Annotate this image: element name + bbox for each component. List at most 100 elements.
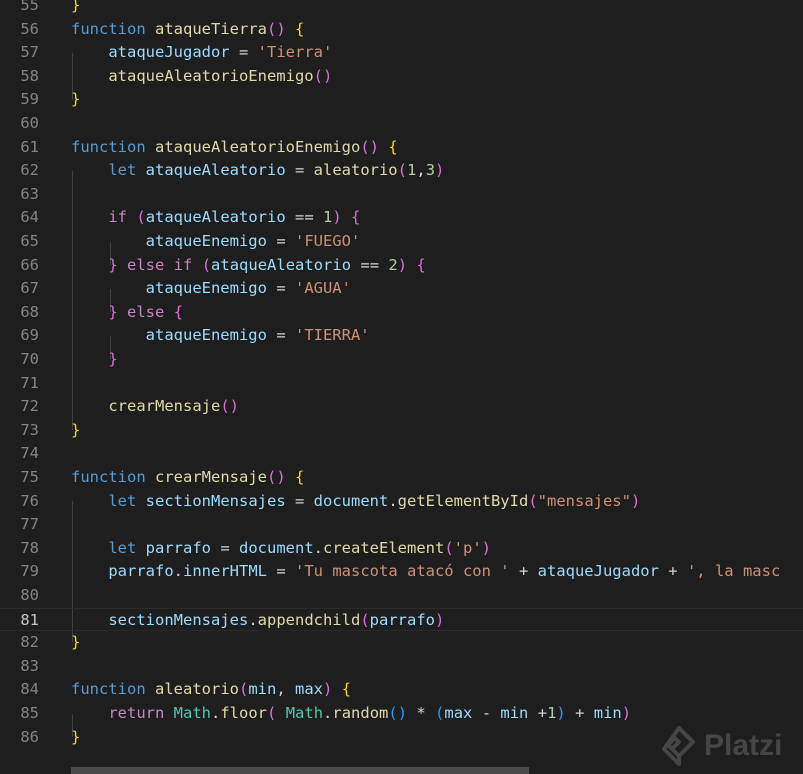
code-token: Math [173, 704, 211, 722]
line-code[interactable]: function ataqueAleatorioEnemigo() { [71, 136, 398, 160]
code-line[interactable]: 61 function ataqueAleatorioEnemigo() { [0, 136, 803, 160]
line-code[interactable]: } else { [71, 301, 183, 325]
line-code[interactable]: ataqueEnemigo = 'AGUA' [71, 277, 351, 301]
code-line[interactable]: 83 [0, 655, 803, 679]
code-token: ) [434, 610, 445, 629]
code-line[interactable]: 63 [0, 183, 803, 207]
line-code[interactable]: function crearMensaje() { [71, 466, 304, 490]
code-token: } [108, 350, 118, 368]
code-line[interactable]: 71 [0, 372, 803, 396]
code-line[interactable]: 79 parrafo.innerHTML = 'Tu mascota atacó… [0, 560, 803, 584]
code-token: { [295, 468, 305, 486]
line-number: 61 [20, 137, 39, 156]
code-token: 1 [547, 704, 557, 722]
code-line[interactable]: 62 let ataqueAleatorio = aleatorio(1,3) [0, 159, 803, 183]
code-token: ataqueJugador [537, 562, 659, 581]
code-token: min [593, 704, 622, 722]
code-line[interactable]: 70 } [0, 348, 803, 372]
code-line[interactable]: 69 ataqueEnemigo = 'TIERRA' [0, 324, 803, 348]
code-token: } [71, 727, 81, 746]
code-token: ataqueEnemigo [145, 279, 267, 298]
line-code[interactable]: let sectionMensajes = document.getElemen… [71, 490, 640, 514]
code-line[interactable]: 73} [0, 419, 803, 443]
line-code[interactable]: ataqueEnemigo = 'TIERRA' [71, 324, 370, 348]
code-line[interactable]: 76 let sectionMensajes = document.getEle… [0, 490, 803, 514]
line-code[interactable]: let ataqueAleatorio = aleatorio(1,3) [71, 159, 444, 183]
code-line[interactable]: 67 ataqueEnemigo = 'AGUA' [0, 277, 803, 301]
code-line[interactable]: 75 function crearMensaje() { [0, 466, 803, 490]
code-token: { [173, 302, 184, 321]
code-line[interactable]: 72 crearMensaje() [0, 395, 803, 419]
line-number: 62 [20, 161, 39, 180]
line-code[interactable]: sectionMensajes.appendchild(parrafo) [71, 609, 444, 633]
code-token: () [388, 704, 408, 722]
line-code[interactable]: } [71, 631, 80, 655]
line-code[interactable]: ataqueAleatorioEnemigo() [71, 65, 332, 89]
code-line[interactable]: 66 } else if (ataqueAleatorio == 2) { [0, 254, 803, 278]
line-number: 68 [20, 302, 39, 321]
code-token: ( [435, 704, 445, 722]
line-code[interactable]: crearMensaje() [71, 395, 239, 419]
line-code[interactable]: return Math.floor( Math.random() * (max … [71, 702, 631, 726]
code-token: ( [444, 538, 454, 557]
line-code[interactable]: } [71, 348, 118, 372]
code-token: function [71, 19, 146, 38]
code-token: ataqueTierra [155, 19, 267, 38]
code-token: 2 [388, 255, 398, 274]
line-code[interactable]: parrafo.innerHTML = 'Tu mascota atacó co… [71, 560, 780, 584]
code-line[interactable]: 80 [0, 584, 803, 608]
code-line[interactable]: 57 ataqueJugador = 'Tierra' [0, 41, 803, 65]
code-token: ( [267, 704, 277, 722]
code-line[interactable]: 56 function ataqueTierra() { [0, 18, 803, 42]
code-line[interactable]: 78 let parrafo = document.createElement(… [0, 537, 803, 561]
line-number: 69 [20, 326, 39, 345]
line-code[interactable]: } [71, 0, 80, 18]
code-line[interactable]: 64 if (ataqueAleatorio == 1) { [0, 206, 803, 230]
code-line[interactable]: 58 ataqueAleatorioEnemigo() [0, 65, 803, 89]
code-line[interactable]: 82} [0, 631, 803, 655]
code-token: } [71, 420, 81, 439]
code-token: . [388, 491, 398, 510]
code-line[interactable]: 55} [0, 0, 803, 18]
code-token: parrafo [145, 538, 211, 557]
line-code[interactable]: } [71, 88, 80, 112]
line-number: 86 [20, 727, 39, 746]
code-token: == [285, 208, 323, 227]
code-line[interactable]: 65 ataqueEnemigo = 'FUEGO' [0, 230, 803, 254]
code-line[interactable]: 59} [0, 88, 803, 112]
code-token: ataqueEnemigo [145, 232, 267, 250]
horizontal-scrollbar[interactable] [71, 767, 529, 774]
line-number: 82 [20, 633, 39, 652]
code-token: } [108, 255, 118, 274]
code-token: = [229, 43, 258, 62]
code-token: max [295, 680, 324, 699]
code-token: ) [556, 704, 566, 722]
line-code[interactable]: } [71, 726, 80, 750]
line-code[interactable]: } [71, 419, 80, 443]
code-line[interactable]: 60 [0, 112, 803, 136]
line-number: 66 [20, 255, 39, 274]
line-code[interactable]: ataqueEnemigo = 'FUEGO' [71, 230, 361, 254]
line-code[interactable]: if (ataqueAleatorio == 1) { [71, 206, 360, 230]
code-token: = [266, 232, 295, 250]
line-number: 75 [20, 468, 39, 486]
code-line[interactable]: 81 sectionMensajes.appendchild(parrafo) [0, 607, 803, 633]
code-token: ( [397, 161, 407, 180]
code-line[interactable]: 77 [0, 513, 803, 537]
line-code[interactable]: ataqueJugador = 'Tierra' [71, 41, 332, 65]
line-code[interactable]: function aleatorio(min, max) { [71, 678, 351, 702]
line-code[interactable]: } else if (ataqueAleatorio == 2) { [71, 254, 425, 278]
line-number: 83 [20, 656, 39, 675]
line-number: 77 [20, 515, 39, 534]
line-code[interactable]: let parrafo = document.createElement('p'… [71, 537, 491, 561]
code-line[interactable]: 84 function aleatorio(min, max) { [0, 678, 803, 702]
line-code[interactable]: function ataqueTierra() { [71, 18, 304, 42]
code-editor[interactable]: 55} 56 function ataqueTierra() {57 ataqueJ… [0, 0, 803, 774]
code-line[interactable]: 68 } else { [0, 301, 803, 325]
code-line[interactable]: 74 [0, 442, 803, 466]
code-token: ataqueJugador [108, 43, 230, 62]
